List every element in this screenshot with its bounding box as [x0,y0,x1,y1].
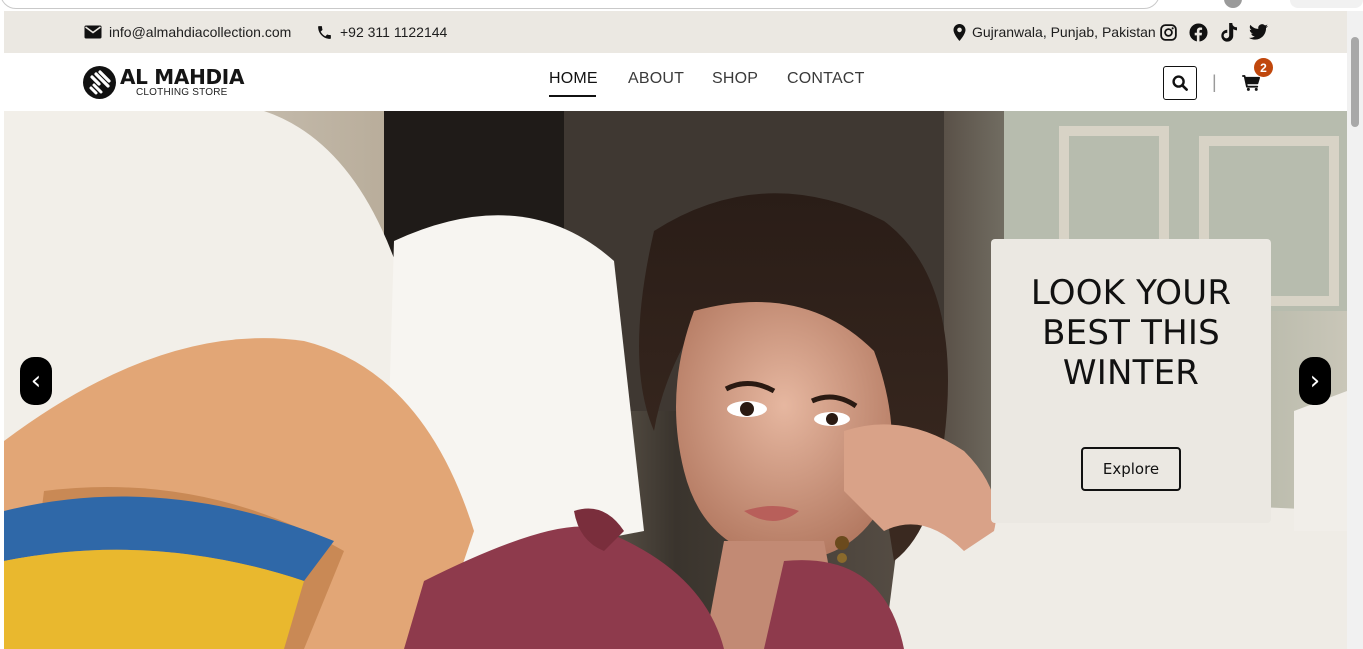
phone-icon [318,25,331,39]
hero-headline: LOOK YOUR BEST THIS WINTER [1030,273,1232,393]
nav-divider: | [1212,72,1217,92]
location-pin-icon [953,23,966,41]
facebook-icon[interactable] [1187,21,1209,43]
contact-phone[interactable]: +92 311 1122144 [316,11,447,53]
carousel-prev-button[interactable]: ‹ [20,357,52,405]
instagram-icon[interactable] [1157,21,1179,43]
main-navbar: AL MAHDIA CLOTHING STORE HOME ABOUT SHOP… [4,53,1347,111]
nav-shop[interactable]: SHOP [712,70,758,88]
store-location: Gujranwala, Punjab, Pakistan [953,11,1156,53]
scrollbar-thumb[interactable] [1351,37,1359,127]
cart-button[interactable] [1241,73,1261,93]
top-info-bar: info@almahdiacollection.com +92 311 1122… [4,11,1347,53]
hero-promo-card: LOOK YOUR BEST THIS WINTER Explore [991,239,1271,523]
phone-text: +92 311 1122144 [340,24,448,40]
logo-mark-icon [83,65,116,99]
browser-extension-area [1290,0,1363,8]
email-text: info@almahdiacollection.com [109,24,292,40]
search-icon [1172,75,1188,91]
page-scrollbar[interactable] [1347,11,1363,649]
web-page: info@almahdiacollection.com +92 311 1122… [4,11,1347,649]
carousel-next-button[interactable]: › [1299,357,1331,405]
active-nav-underline [549,95,596,97]
nav-about[interactable]: ABOUT [628,70,684,88]
hero-carousel: ‹ › LOOK YOUR BEST THIS WINTER Explore [4,111,1347,649]
explore-button[interactable]: Explore [1081,447,1181,491]
nav-home[interactable]: HOME [549,70,598,88]
search-button[interactable] [1163,66,1197,100]
twitter-icon[interactable] [1247,21,1269,43]
brand-tagline: CLOTHING STORE [136,86,228,98]
browser-profile-icon[interactable] [1224,0,1242,8]
cart-icon [1242,75,1260,91]
mail-icon [84,25,102,39]
tiktok-icon[interactable] [1217,21,1239,43]
brand-logo[interactable]: AL MAHDIA CLOTHING STORE [83,65,244,99]
browser-chrome [0,0,1363,11]
location-text: Gujranwala, Punjab, Pakistan [972,24,1156,40]
cart-count-badge: 2 [1254,58,1273,77]
nav-contact[interactable]: CONTACT [787,70,865,88]
brand-name: AL MAHDIA [120,64,245,89]
contact-email[interactable]: info@almahdiacollection.com [84,11,291,53]
browser-address-bar[interactable] [0,0,1160,9]
